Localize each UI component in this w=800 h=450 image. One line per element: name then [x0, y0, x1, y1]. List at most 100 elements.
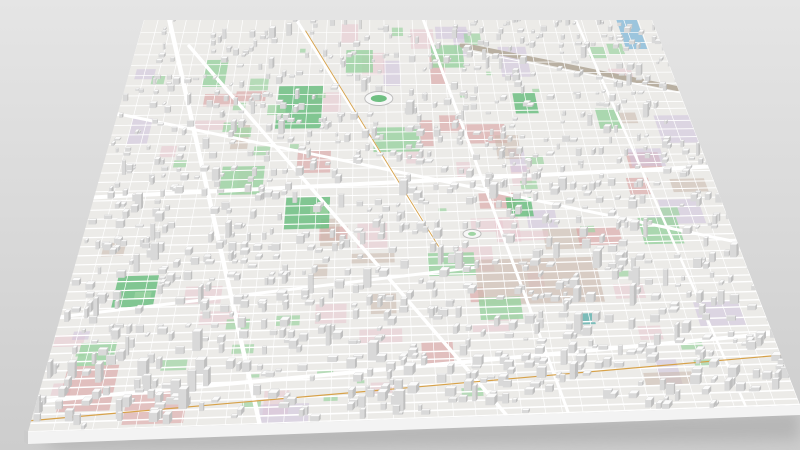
building: [251, 167, 258, 177]
building: [623, 26, 632, 33]
building: [479, 377, 488, 383]
building: [550, 185, 561, 195]
building: [626, 72, 633, 86]
building: [600, 33, 608, 38]
building: [415, 158, 426, 165]
building: [688, 156, 696, 161]
building: [177, 145, 187, 152]
building: [33, 412, 42, 422]
building: [642, 217, 648, 238]
building: [204, 258, 216, 265]
building: [454, 250, 464, 269]
building: [352, 284, 360, 294]
building: [157, 122, 165, 126]
building: [338, 193, 345, 208]
building: [607, 177, 616, 187]
building: [562, 291, 568, 297]
building: [415, 128, 426, 137]
building: [607, 244, 618, 253]
building: [112, 290, 122, 300]
building: [271, 242, 281, 251]
building: [202, 310, 211, 319]
building: [735, 381, 747, 392]
building: [354, 73, 361, 81]
building: [491, 53, 500, 59]
building: [504, 332, 515, 339]
building: [689, 372, 703, 385]
building: [295, 233, 306, 244]
building: [154, 230, 161, 239]
building: [352, 372, 364, 382]
slab-left-face: [24, 430, 28, 444]
building: [481, 49, 487, 60]
building: [521, 176, 527, 186]
building: [608, 136, 613, 144]
building: [338, 114, 343, 123]
building: [73, 413, 82, 426]
building: [508, 151, 515, 158]
building: [594, 360, 604, 369]
building: [346, 356, 358, 369]
building: [458, 168, 465, 174]
building: [662, 166, 672, 174]
building: [212, 103, 221, 109]
building: [665, 382, 676, 395]
building: [581, 205, 589, 210]
building: [360, 77, 368, 92]
building: [388, 33, 393, 39]
building: [361, 128, 370, 139]
building: [64, 407, 75, 422]
building: [771, 377, 780, 390]
building: [271, 190, 281, 200]
building: [210, 206, 220, 214]
building: [432, 227, 443, 239]
building: [521, 408, 531, 414]
building: [247, 263, 258, 269]
building: [54, 399, 64, 410]
building: [114, 181, 121, 188]
building: [114, 299, 120, 309]
building: [635, 252, 646, 261]
building: [451, 28, 458, 39]
building: [210, 39, 217, 46]
building: [326, 354, 339, 363]
building: [692, 257, 703, 269]
building: [502, 379, 513, 388]
building: [111, 327, 121, 340]
building: [357, 395, 367, 408]
building: [576, 33, 580, 40]
building: [532, 153, 539, 158]
building: [423, 92, 428, 102]
building: [558, 311, 569, 318]
building: [141, 242, 151, 249]
building: [597, 344, 609, 350]
building: [505, 233, 516, 244]
building: [603, 123, 612, 134]
building: [164, 204, 171, 211]
building: [415, 143, 424, 149]
building: [443, 97, 452, 106]
building: [244, 183, 252, 193]
building: [405, 144, 413, 150]
building: [579, 162, 584, 169]
building: [329, 20, 336, 27]
building: [711, 214, 718, 225]
building: [331, 329, 344, 340]
building: [674, 389, 681, 401]
building: [252, 243, 263, 251]
building: [530, 29, 536, 34]
building: [649, 314, 661, 323]
building: [473, 65, 482, 71]
building: [149, 223, 156, 241]
building: [628, 317, 636, 330]
building: [335, 132, 339, 137]
building: [260, 318, 268, 330]
building: [723, 249, 731, 257]
building: [398, 305, 409, 313]
building: [250, 100, 256, 115]
building: [328, 288, 334, 299]
building: [565, 323, 573, 330]
building: [105, 354, 117, 365]
building: [309, 413, 322, 422]
building: [298, 102, 305, 110]
